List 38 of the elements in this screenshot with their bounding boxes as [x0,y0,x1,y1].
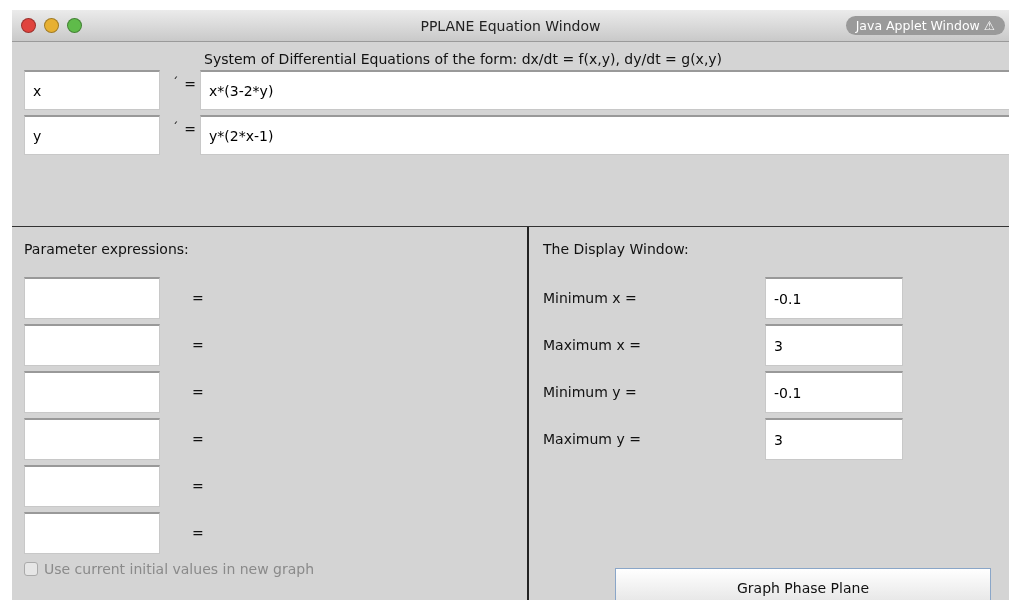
zoom-button[interactable] [67,18,82,33]
prime-mark: ´ [172,76,179,90]
equals-sign: = [192,431,204,447]
checkbox-option: Use current initial values in new graph [24,561,315,577]
value-field[interactable]: -0.1 [765,371,903,413]
equals-sign: = [184,121,196,137]
expression-field[interactable]: x*(3-2*y) [200,70,1009,110]
graph-button[interactable]: Graph Phase Plane [615,568,991,600]
close-button[interactable] [21,18,36,33]
equals-sign: = [192,337,204,353]
parameter-field[interactable] [24,371,160,413]
parameter-field[interactable] [24,324,160,366]
field-label: Minimum x = [543,290,638,306]
value-field[interactable]: 3 [765,324,903,366]
field-label: Maximum y = [543,431,642,447]
display-heading: The Display Window: [543,240,690,259]
equals-sign: = [192,525,204,541]
parameter-field[interactable] [24,465,160,507]
parameter-field[interactable] [24,418,160,460]
value-field[interactable]: -0.1 [765,277,903,319]
equals-sign: = [192,478,204,494]
equals-sign: = [192,290,204,306]
prime-mark: ´ [172,121,179,135]
parameter-field[interactable] [24,512,160,554]
value-field[interactable]: 3 [765,418,903,460]
applet-badge: Java Applet Window ⚠ [845,16,1005,35]
minimize-button[interactable] [44,18,59,33]
field-label: Minimum y = [543,384,638,400]
equals-sign: = [192,384,204,400]
expression-field[interactable]: y*(2*x-1) [200,115,1009,155]
parameters-heading: Parameter expressions: [24,240,190,259]
equations-heading: System of Differential Equations of the form: dx/dt = f(x,y), dy/dt = g(x,y) [204,50,724,69]
variable-field[interactable]: x [24,70,160,110]
parameter-field[interactable] [24,277,160,319]
field-label: Maximum x = [543,337,642,353]
window-title: PPLANE Equation Window [420,17,601,34]
variable-field[interactable]: y [24,115,160,155]
equals-sign: = [184,76,196,92]
